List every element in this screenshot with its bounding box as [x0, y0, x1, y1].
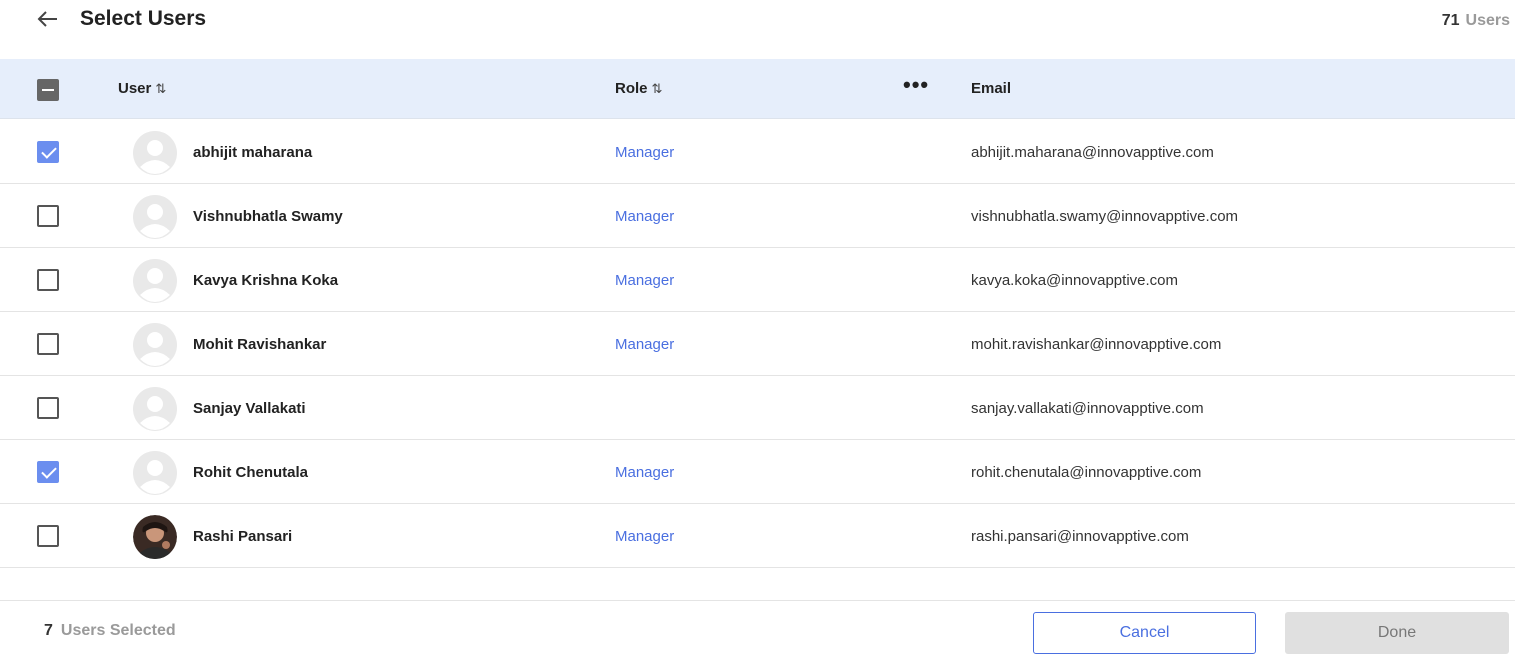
user-role[interactable]: Manager — [615, 528, 674, 545]
user-placeholder-icon — [133, 387, 177, 431]
table-row[interactable]: Rashi Pansari Manager rashi.pansari@innova… — [0, 504, 1515, 568]
selected-count: 7 Users Selected — [44, 622, 176, 640]
sort-icon[interactable]: ⇅ — [155, 81, 166, 96]
user-count: 71 Users — [1442, 12, 1510, 30]
column-header-user[interactable]: User ⇅ — [118, 80, 166, 97]
row-checkbox[interactable] — [37, 333, 59, 355]
column-role-label: Role — [615, 80, 648, 97]
table-row[interactable]: Vishnubhatla Swamy Manager vishnubhatla.sw… — [0, 184, 1515, 248]
more-options-icon[interactable]: ••• — [903, 74, 929, 96]
user-role[interactable]: Manager — [615, 336, 674, 353]
user-placeholder-icon — [133, 323, 177, 367]
user-email: abhijit.maharana@innovapptive.com — [971, 144, 1214, 161]
back-arrow-icon[interactable] — [36, 6, 60, 32]
user-name: Vishnubhatla Swamy — [193, 208, 343, 225]
user-name: Kavya Krishna Koka — [193, 272, 339, 289]
user-role[interactable]: Manager — [615, 464, 674, 481]
row-checkbox[interactable] — [37, 205, 59, 227]
user-placeholder-icon — [133, 195, 177, 239]
user-email: mohit.ravishankar@innovapptive.com — [971, 336, 1222, 353]
row-checkbox[interactable] — [37, 141, 59, 163]
user-role[interactable]: Manager — [615, 144, 674, 161]
user-email: vishnubhatla.swamy@innovapptive.com — [971, 208, 1239, 225]
table-row[interactable]: abhijit maharana Manager abhijit.maharana@… — [0, 120, 1515, 184]
user-name: Sanjay Vallakati — [193, 400, 306, 417]
user-name: Mohit Ravishankar — [193, 336, 327, 353]
row-checkbox[interactable] — [37, 461, 59, 483]
user-placeholder-icon — [133, 131, 177, 175]
user-email: sanjay.vallakati@innovapptive.com — [971, 400, 1204, 417]
user-placeholder-icon — [133, 259, 177, 303]
column-user-label: User — [118, 80, 152, 97]
column-header-email: Email — [971, 80, 1012, 97]
user-count-number: 71 — [1441, 12, 1460, 29]
row-checkbox[interactable] — [37, 269, 59, 291]
user-email: kavya.koka@innovapptive.com — [971, 272, 1178, 289]
page-header: Select Users 71 Users — [0, 0, 1515, 40]
cancel-button[interactable]: Cancel — [1033, 612, 1256, 654]
user-count-label: Users — [1465, 12, 1510, 29]
avatar — [133, 515, 177, 559]
user-email: rashi.pansari@innovapptive.com — [971, 528, 1189, 545]
table-row[interactable]: Mohit Ravishankar Manager mohit.ravishanka… — [0, 312, 1515, 376]
page-title: Select Users — [80, 7, 207, 30]
user-placeholder-icon — [133, 451, 177, 495]
selected-count-number: 7 — [44, 622, 53, 639]
user-email: rohit.chenutala@innovapptive.com — [971, 464, 1202, 481]
done-button[interactable]: Done — [1285, 612, 1509, 654]
row-checkbox[interactable] — [37, 525, 59, 547]
column-header-role[interactable]: Role ⇅ — [615, 80, 662, 97]
table-row[interactable]: Rohit Chenutala Manager rohit.chenutala@in… — [0, 440, 1515, 504]
select-all-checkbox[interactable] — [37, 79, 59, 101]
table-row[interactable]: Kavya Krishna Koka Manager kavya.koka@inno… — [0, 248, 1515, 312]
user-name: abhijit maharana — [193, 144, 313, 161]
footer-divider — [0, 600, 1515, 601]
user-role[interactable]: Manager — [615, 208, 674, 225]
selected-count-label: Users Selected — [60, 622, 176, 639]
user-role[interactable]: Manager — [615, 272, 674, 289]
user-name: Rashi Pansari — [193, 528, 293, 545]
user-name: Rohit Chenutala — [193, 464, 308, 481]
table-header: User ⇅ Role ⇅ ••• Email — [0, 59, 1515, 119]
row-checkbox[interactable] — [37, 397, 59, 419]
table-row[interactable]: Sanjay Vallakati sanjay.vallakati@innovap… — [0, 376, 1515, 440]
sort-icon[interactable]: ⇅ — [652, 81, 663, 96]
